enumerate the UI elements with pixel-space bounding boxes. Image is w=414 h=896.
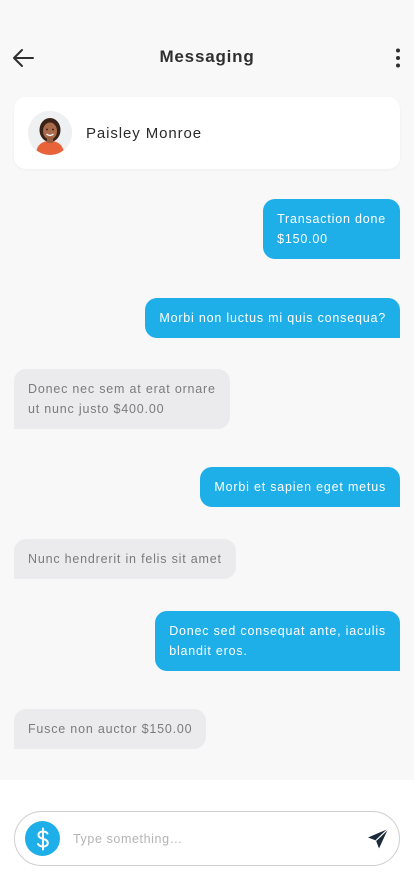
composer-area [0, 780, 414, 896]
message-line: Donec sed consequat ante, iaculis [169, 624, 386, 638]
contact-name: Paisley Monroe [86, 124, 202, 142]
message-composer [14, 811, 400, 866]
contact-card[interactable]: Paisley Monroe [14, 97, 400, 169]
send-icon [368, 828, 389, 849]
message-bubble-outgoing[interactable]: Transaction done $150.00 [263, 199, 400, 259]
message-line: blandit eros. [169, 644, 248, 658]
message-bubble-incoming[interactable]: Nunc hendrerit in felis sit amet [14, 539, 236, 579]
message-line: $150.00 [277, 232, 328, 246]
message-line: Nunc hendrerit in felis sit amet [28, 552, 222, 566]
message-input[interactable] [73, 824, 353, 854]
send-money-button[interactable] [25, 821, 60, 856]
avatar-photo [28, 111, 72, 155]
message-line: Donec nec sem at erat ornare [28, 382, 216, 396]
dollar-icon [36, 827, 49, 850]
message-line: Transaction done [277, 212, 386, 226]
message-line: Morbi non luctus mi quis consequa? [159, 311, 386, 325]
more-vertical-icon [396, 48, 400, 68]
avatar [28, 111, 72, 155]
message-bubble-incoming[interactable]: Fusce non auctor $150.00 [14, 709, 207, 749]
send-button[interactable] [365, 826, 391, 852]
message-bubble-outgoing[interactable]: Morbi et sapien eget metus [200, 467, 400, 507]
page-title: Messaging [159, 47, 255, 66]
message-line: Morbi et sapien eget metus [214, 480, 386, 494]
app-header: Messaging [0, 0, 414, 100]
message-bubble-outgoing[interactable]: Morbi non luctus mi quis consequa? [145, 298, 400, 338]
message-line: ut nunc justo $400.00 [28, 402, 165, 416]
more-options-button[interactable] [390, 46, 406, 70]
message-bubble-incoming[interactable]: Donec nec sem at erat ornare ut nunc jus… [14, 369, 230, 429]
message-line: Fusce non auctor $150.00 [28, 722, 193, 736]
message-bubble-outgoing[interactable]: Donec sed consequat ante, iaculis blandi… [155, 611, 400, 671]
